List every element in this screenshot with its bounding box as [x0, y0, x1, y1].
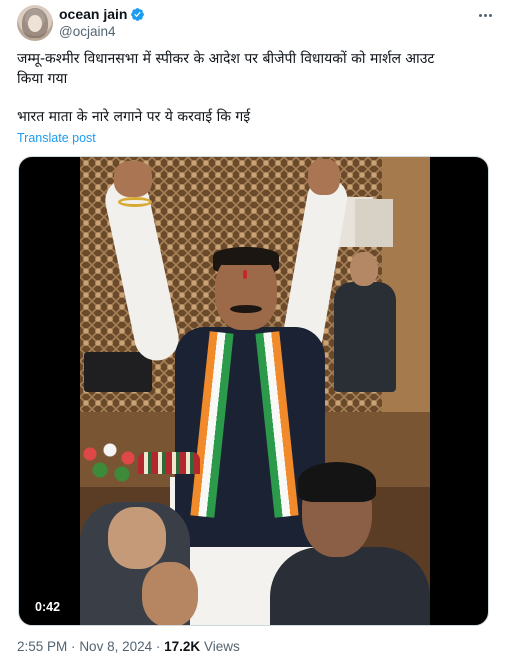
post-line: किया गया: [17, 70, 68, 87]
foreground-head: [108, 507, 166, 569]
verified-check-icon: [131, 7, 145, 21]
hair-top: [213, 247, 279, 265]
tilak-mark: [243, 270, 247, 279]
meta-separator: ·: [155, 639, 161, 654]
post-text: जम्मू-कश्मीर विधानसभा में स्पीकर के आदेश…: [17, 50, 491, 128]
post-line: जम्मू-कश्मीर विधानसभा में स्पीकर के आदेश…: [17, 51, 435, 67]
video-duration: 0:42: [31, 599, 65, 615]
foreground-head: [142, 562, 198, 625]
post-time[interactable]: 2:55 PM: [17, 639, 67, 654]
fist-right: [308, 159, 340, 195]
kashmiri-cap: [138, 452, 200, 474]
fist-left: [114, 161, 152, 197]
wall-paper: [355, 199, 393, 247]
mustache: [230, 305, 262, 313]
meta-separator: ·: [71, 639, 76, 654]
translate-post-link[interactable]: Translate post: [17, 131, 96, 145]
post-metadata: 2:55 PM · Nov 8, 2024 · 17.2K Views: [17, 639, 240, 654]
views-count: 17.2K: [164, 639, 201, 654]
post-line: भारत माता के नारे लगाने पर ये करवाई कि ग…: [17, 109, 251, 125]
avatar[interactable]: [17, 5, 53, 41]
more-options-icon[interactable]: [474, 6, 496, 24]
monitor: [84, 352, 152, 392]
author-name-row: ocean jain: [59, 6, 145, 22]
video-frame: [80, 157, 430, 625]
post-date[interactable]: Nov 8, 2024: [79, 639, 152, 654]
more-dot: [483, 13, 487, 17]
foreground-person: [270, 547, 430, 625]
display-name[interactable]: ocean jain: [59, 6, 127, 22]
foreground-hair: [298, 462, 376, 502]
video-player[interactable]: 0:42: [18, 156, 489, 626]
author-handle[interactable]: @ocjain4: [59, 24, 116, 39]
tweet: ocean jain @ocjain4 जम्मू-कश्मीर विधानसभ…: [0, 0, 508, 656]
avatar-face: [28, 15, 42, 32]
more-dot: [488, 13, 492, 17]
more-dot: [478, 13, 482, 17]
background-person: [334, 252, 396, 392]
gold-bangle: [118, 197, 152, 207]
views-label: Views: [203, 639, 240, 654]
flowers: [80, 442, 140, 482]
